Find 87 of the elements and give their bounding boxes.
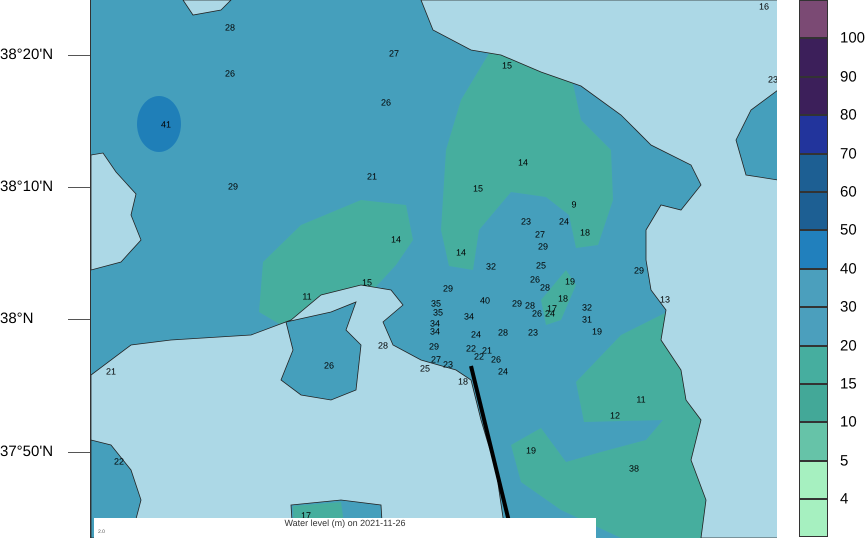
value-label: 21 [367, 172, 377, 182]
value-label: 12 [610, 412, 620, 420]
value-label: 41 [161, 120, 171, 130]
colorbar-label: 70 [840, 146, 857, 162]
value-label: 18 [458, 378, 468, 386]
value-label: 9 [572, 200, 576, 210]
value-label: 28 [225, 24, 235, 32]
value-label: 21 [482, 346, 492, 356]
colorbar-label: 10 [840, 414, 857, 430]
value-label: 40 [480, 296, 490, 306]
value-label: 24 [545, 310, 555, 318]
value-label: 23 [443, 360, 453, 370]
value-label: 24 [498, 368, 508, 376]
colorbar-label: 4 [840, 492, 848, 507]
value-label: 29 [512, 300, 522, 308]
axis-tick [68, 186, 90, 188]
value-label: 29 [429, 342, 439, 352]
value-label: 29 [443, 284, 453, 294]
colorbar-label: 40 [840, 261, 857, 276]
colorbar-label: 20 [840, 338, 857, 354]
axis-tick [68, 318, 90, 320]
value-label: 25 [536, 262, 546, 270]
value-label: 34 [430, 320, 440, 328]
value-label: 14 [518, 158, 528, 168]
value-label: 28 [540, 284, 550, 292]
value-label: 13 [660, 296, 670, 304]
value-label: 26 [530, 276, 540, 284]
latitude-label: 38°N [0, 309, 35, 329]
latitude-label: 37°50'N [0, 442, 54, 462]
latitude-label: 38°20'N [0, 45, 54, 65]
value-label: 22 [466, 344, 476, 354]
value-label: 19 [565, 278, 575, 286]
value-label: 29 [228, 182, 238, 192]
value-label: 18 [558, 294, 568, 304]
value-label: 38 [629, 464, 639, 474]
value-label: 27 [535, 230, 545, 240]
colorbar-label: 5 [840, 453, 848, 468]
colorbar-label: 50 [840, 222, 857, 238]
colorbar-label: 100 [840, 30, 866, 46]
value-label: 16 [759, 2, 769, 12]
value-label: 26 [225, 70, 235, 78]
value-label: 26 [381, 98, 391, 108]
value-label: 28 [498, 328, 508, 338]
value-label: 26 [532, 310, 542, 318]
value-label: 28 [378, 342, 388, 350]
colorbar-label: 80 [840, 108, 857, 123]
value-label: 24 [559, 218, 569, 226]
value-label: 35 [433, 308, 443, 318]
value-label: 29 [538, 242, 548, 252]
axis-tick [68, 452, 90, 453]
inset-title: Water level (m) on 2021-11-26 [284, 518, 406, 529]
value-label: 28 [525, 302, 535, 310]
value-label: 22 [474, 352, 484, 362]
value-label: 19 [526, 446, 536, 456]
value-label: 34 [430, 328, 440, 336]
value-label: 23 [521, 218, 531, 226]
value-label: 15 [473, 184, 483, 194]
value-label: 32 [582, 304, 592, 312]
value-label: 27 [431, 356, 441, 364]
colorbar-label: 30 [840, 300, 857, 315]
value-label: 24 [471, 330, 481, 340]
value-label: 23 [528, 328, 538, 338]
value-label: 22 [114, 458, 124, 466]
value-label: 32 [486, 262, 496, 272]
value-label: 26 [324, 362, 334, 370]
value-label: 15 [502, 62, 512, 70]
value-label: 11 [636, 396, 646, 404]
value-label: 14 [456, 248, 466, 258]
latitude-label: 38°10'N [0, 177, 54, 197]
value-label: 14 [391, 236, 401, 244]
axis-tick [68, 54, 90, 56]
value-label: 29 [634, 266, 644, 276]
value-label: 19 [592, 328, 602, 336]
value-label: 25 [420, 364, 430, 374]
value-label: 26 [491, 356, 501, 364]
value-label: 18 [580, 228, 590, 238]
value-label: 27 [389, 50, 399, 58]
value-label: 21 [106, 368, 116, 376]
value-label: 11 [302, 292, 312, 302]
contour-zone [137, 96, 181, 152]
value-label: 15 [362, 278, 372, 288]
colorbar-label: 90 [840, 69, 857, 84]
value-label: 34 [464, 312, 474, 322]
colorbar-label: 60 [840, 184, 857, 200]
value-label: 35 [431, 300, 441, 308]
value-label: 31 [582, 316, 592, 324]
colorbar-label: 15 [840, 376, 857, 392]
